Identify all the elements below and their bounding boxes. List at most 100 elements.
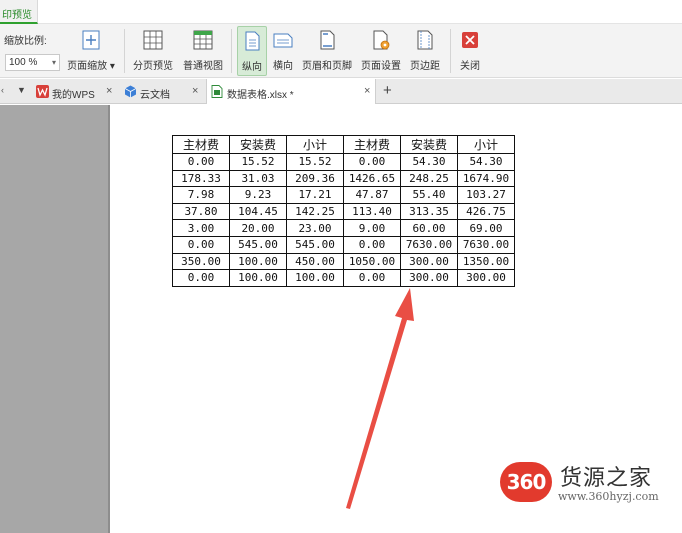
top-tab-strip: 印预览 — [0, 0, 682, 24]
table-cell: 20.00 — [229, 219, 287, 237]
table-cell: 23.00 — [286, 219, 344, 237]
table-cell: 248.25 — [400, 169, 458, 188]
header-footer-icon — [320, 30, 335, 50]
table-cell: 55.40 — [400, 186, 458, 204]
watermark-name: 货源之家 — [560, 466, 653, 491]
close-preview-button[interactable]: 关闭 — [456, 26, 484, 76]
tab-data-sheet-label: 数据表格.xlsx * — [227, 90, 294, 101]
table-cell: 3.00 — [172, 219, 230, 237]
page-break-preview-button[interactable]: 分页预览 — [130, 26, 176, 76]
table-cell: 1350.00 — [457, 252, 515, 271]
print-preview-ribbon: 缩放比例: 100 % ▾ 页面缩放 ▾ 分页预览 普通视图 纵向 横向 页眉和… — [0, 24, 682, 78]
table-row: 178.33 31.03 209.36 1426.65 248.25 1674.… — [172, 169, 515, 188]
zoom-page-icon — [82, 30, 100, 50]
wps-logo-icon — [36, 85, 49, 98]
table-header-row: 主材费 安装费 小计 主材费 安装费 小计 — [172, 135, 515, 154]
normal-view-icon — [193, 30, 213, 50]
page-setup-icon — [373, 30, 390, 50]
header-cell: 小计 — [286, 135, 344, 154]
tab-list-dropdown[interactable]: ▼ — [14, 79, 30, 104]
table-cell: 0.00 — [343, 269, 401, 287]
document-tabs-bar: ‹ ▼ 我的WPS × 云文档 × 数据表格.xlsx * × + — [0, 79, 682, 104]
table-cell: 60.00 — [400, 219, 458, 237]
table-cell: 47.87 — [343, 186, 401, 204]
ribbon-divider — [124, 29, 125, 73]
ribbon-divider — [231, 29, 232, 73]
margins-label: 页边距 — [410, 61, 440, 72]
tab-scroll-left[interactable]: ‹ — [0, 79, 12, 104]
table-cell: 69.00 — [457, 219, 515, 237]
table-cell: 350.00 — [172, 252, 230, 271]
new-tab-button[interactable]: + — [380, 79, 398, 104]
table-cell: 100.00 — [229, 269, 287, 287]
page-zoom-button[interactable]: 页面缩放 ▾ — [62, 26, 120, 76]
table-cell: 9.23 — [229, 186, 287, 204]
table-cell: 300.00 — [400, 269, 458, 287]
tab-cloud-docs[interactable]: 云文档 × — [120, 79, 204, 104]
close-icon[interactable]: × — [192, 85, 198, 97]
header-cell: 安装费 — [229, 135, 287, 154]
header-cell: 小计 — [457, 135, 515, 154]
zoom-select[interactable]: 100 % ▾ — [5, 54, 60, 71]
table-cell: 0.00 — [343, 153, 401, 171]
table-cell: 300.00 — [457, 269, 515, 287]
normal-view-button[interactable]: 普通视图 — [180, 26, 226, 76]
table-row: 3.00 20.00 23.00 9.00 60.00 69.00 — [172, 219, 515, 237]
landscape-button[interactable]: 横向 — [269, 26, 297, 76]
table-cell: 1050.00 — [343, 252, 401, 271]
tab-print-preview[interactable]: 印预览 — [0, 0, 38, 24]
table-cell: 142.25 — [286, 202, 344, 221]
table-cell: 0.00 — [172, 269, 230, 287]
table-cell: 545.00 — [229, 235, 287, 254]
cloud-cube-icon — [124, 85, 137, 98]
table-cell: 15.52 — [229, 153, 287, 171]
close-icon — [462, 32, 478, 48]
table-cell: 31.03 — [229, 169, 287, 188]
preview-side-area — [0, 105, 110, 533]
landscape-page-icon — [273, 33, 293, 48]
portrait-button[interactable]: 纵向 — [237, 26, 267, 76]
table-row: 37.80 104.45 142.25 113.40 313.35 426.75 — [172, 202, 515, 221]
tab-print-preview-label: 印预览 — [2, 10, 32, 21]
watermark-url: www.360hyzj.com — [558, 490, 659, 503]
table-cell: 37.80 — [172, 202, 230, 221]
chevron-left-icon: ‹ — [1, 85, 4, 95]
tab-cloud-docs-label: 云文档 — [140, 90, 170, 101]
table-cell: 100.00 — [229, 252, 287, 271]
table-cell: 313.35 — [400, 202, 458, 221]
tab-my-wps-label: 我的WPS — [52, 90, 95, 101]
ribbon-divider — [450, 29, 451, 73]
page-setup-button[interactable]: 页面设置 — [358, 26, 404, 76]
table-row: 7.98 9.23 17.21 47.87 55.40 103.27 — [172, 186, 515, 204]
table-cell: 17.21 — [286, 186, 344, 204]
close-icon[interactable]: × — [364, 85, 370, 97]
margins-icon — [417, 30, 433, 50]
table-cell: 209.36 — [286, 169, 344, 188]
table-cell: 7630.00 — [457, 235, 515, 254]
watermark: 360 货源之家 www.360hyzj.com — [500, 460, 680, 510]
header-cell: 主材费 — [172, 135, 230, 154]
page-setup-label: 页面设置 — [361, 61, 401, 72]
tab-my-wps[interactable]: 我的WPS × — [32, 79, 118, 104]
caret-down-icon: ▼ — [17, 85, 26, 95]
close-icon[interactable]: × — [106, 85, 112, 97]
table-cell: 426.75 — [457, 202, 515, 221]
landscape-label: 横向 — [273, 61, 293, 72]
normal-view-label: 普通视图 — [183, 61, 223, 72]
close-label: 关闭 — [460, 61, 480, 72]
table-cell: 113.40 — [343, 202, 401, 221]
tab-data-sheet[interactable]: 数据表格.xlsx * × — [206, 79, 376, 104]
table-row: 0.00 15.52 15.52 0.00 54.30 54.30 — [172, 153, 515, 171]
margins-button[interactable]: 页边距 — [406, 26, 444, 76]
header-cell: 主材费 — [343, 135, 401, 154]
table-cell: 545.00 — [286, 235, 344, 254]
table-cell: 7630.00 — [400, 235, 458, 254]
table-cell: 1674.90 — [457, 169, 515, 188]
portrait-page-icon — [245, 31, 260, 51]
header-footer-button[interactable]: 页眉和页脚 — [299, 26, 355, 76]
header-cell: 安装费 — [400, 135, 458, 154]
table-cell: 54.30 — [457, 153, 515, 171]
portrait-label: 纵向 — [242, 62, 262, 73]
page-break-icon — [143, 30, 163, 50]
table-cell: 450.00 — [286, 252, 344, 271]
